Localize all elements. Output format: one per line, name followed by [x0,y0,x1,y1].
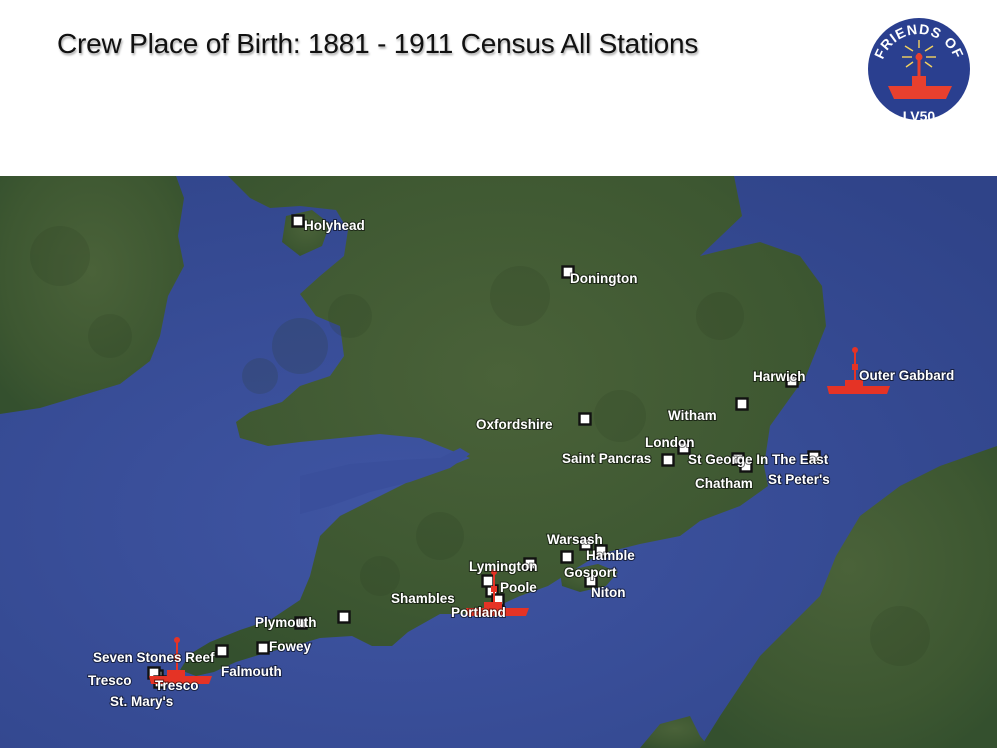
label-st-george-in-the-east[interactable]: St George In The East [687,451,830,468]
marker-witham[interactable] [735,397,749,411]
label-donington[interactable]: Donington [569,270,638,287]
logo-lv50-text: LV50 [903,108,936,124]
label-plymouth[interactable]: Plymouth [254,614,318,631]
marker-shambles[interactable] [481,574,495,588]
label-harwich[interactable]: Harwich [752,368,807,385]
map-canvas: Holyhead Donington Harwich Witham Oxfordshir… [0,176,997,748]
label-fowey[interactable]: Fowey [268,638,313,655]
slide-header: Crew Place of Birth: 1881 - 1911 Census … [0,0,997,176]
label-saint-pancras[interactable]: Saint Pancras [561,450,652,467]
label-oxfordshire[interactable]: Oxfordshire [475,416,554,433]
label-warsash[interactable]: Warsash [546,531,604,548]
label-chatham[interactable]: Chatham [694,475,754,492]
label-falmouth[interactable]: Falmouth [220,663,283,680]
page-title: Crew Place of Birth: 1881 - 1911 Census … [57,28,699,59]
marker-holyhead[interactable] [291,214,305,228]
label-gosport[interactable]: Gosport [563,564,618,581]
friends-of-lv50-logo: FRIENDS OF LV50 [865,15,973,124]
marker-gosport[interactable] [560,550,574,564]
label-seven-stones-reef[interactable]: Seven Stones Reef [92,649,216,666]
map-view[interactable]: Holyhead Donington Harwich Witham Oxfordshir… [0,176,997,748]
label-portland[interactable]: Portland [450,604,507,621]
label-outer-gabbard[interactable]: Outer Gabbard [858,367,955,384]
label-lymington[interactable]: Lymington [468,558,539,575]
label-niton[interactable]: Niton [590,584,627,601]
label-witham[interactable]: Witham [667,407,718,424]
label-london[interactable]: London [644,434,695,451]
label-shambles[interactable]: Shambles [390,590,456,607]
label-poole[interactable]: Poole [499,579,538,596]
marker-seven-stones-reef[interactable] [215,644,229,658]
label-holyhead[interactable]: Holyhead [303,217,366,234]
label-tresco-overlapping[interactable]: Tresco [154,677,200,694]
marker-falmouth[interactable] [256,641,270,655]
label-st-peter-s[interactable]: St Peter's [767,471,831,488]
label-st-mary-s[interactable]: St. Mary's [109,693,174,710]
marker-oxfordshire[interactable] [578,412,592,426]
marker-saint-pancras[interactable] [661,453,675,467]
marker-plymouth[interactable] [337,610,351,624]
label-tresco[interactable]: Tresco [87,672,133,689]
label-hamble[interactable]: Hamble [585,547,636,564]
